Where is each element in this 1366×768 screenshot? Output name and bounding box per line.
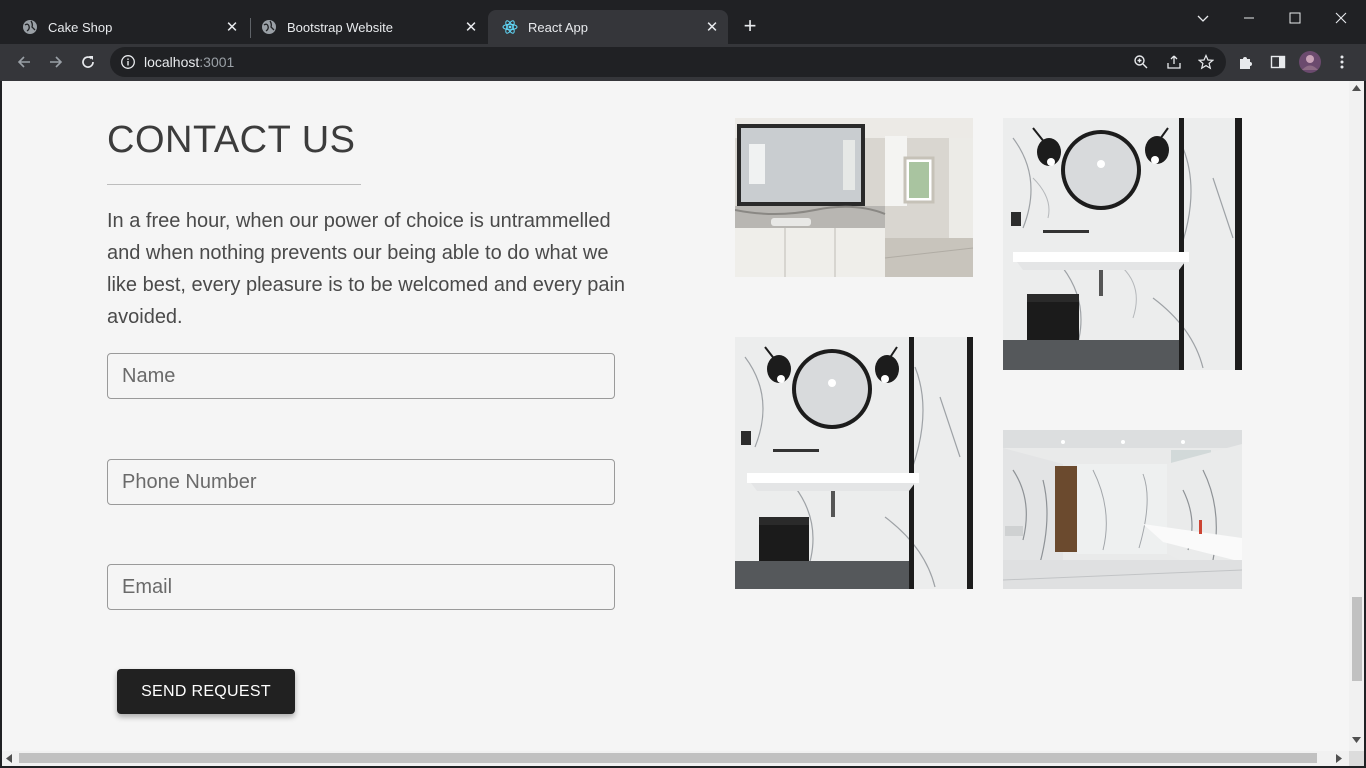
- scroll-down-arrow-icon[interactable]: [1352, 737, 1361, 743]
- tab-search-chevron-icon[interactable]: [1180, 4, 1226, 32]
- bathroom-vanity-photo: [735, 118, 973, 277]
- close-icon[interactable]: ✕: [461, 17, 481, 37]
- react-icon: [502, 19, 518, 35]
- new-tab-icon[interactable]: +: [738, 15, 762, 39]
- zoom-icon[interactable]: [1132, 53, 1150, 71]
- url-text: localhost:3001: [144, 54, 234, 70]
- menu-kebab-icon[interactable]: [1330, 50, 1354, 74]
- horizontal-scrollbar[interactable]: [2, 751, 1349, 766]
- info-icon[interactable]: [120, 54, 136, 70]
- name-field[interactable]: [107, 353, 615, 399]
- browser-tab-strip: Cake Shop ✕ Bootstrap Website ✕ React Ap…: [0, 0, 1366, 44]
- bookmark-star-icon[interactable]: [1197, 53, 1215, 71]
- back-arrow-icon[interactable]: [12, 50, 36, 74]
- reload-icon[interactable]: [76, 50, 100, 74]
- extensions-puzzle-icon[interactable]: [1234, 50, 1258, 74]
- round-mirror-marble-bathroom-photo: [735, 337, 973, 589]
- scroll-left-arrow-icon[interactable]: [6, 754, 12, 763]
- url-port: :3001: [199, 54, 235, 70]
- page-viewport: CONTACT US In a free hour, when our powe…: [2, 81, 1349, 751]
- minimize-icon[interactable]: [1226, 4, 1272, 32]
- scrollbar-corner: [1349, 751, 1364, 766]
- address-bar[interactable]: localhost:3001: [110, 47, 1226, 77]
- globe-icon: [22, 19, 38, 35]
- horizontal-scroll-thumb[interactable]: [19, 753, 1317, 763]
- phone-number-field[interactable]: [107, 459, 615, 505]
- close-icon[interactable]: ✕: [222, 17, 242, 37]
- vertical-scroll-thumb[interactable]: [1352, 597, 1362, 681]
- share-icon[interactable]: [1165, 53, 1183, 71]
- round-mirror-marble-bathroom-photo: [1003, 118, 1242, 370]
- maximize-icon[interactable]: [1272, 4, 1318, 32]
- profile-avatar[interactable]: [1298, 50, 1322, 74]
- scroll-right-arrow-icon[interactable]: [1336, 754, 1342, 763]
- page-title: CONTACT US: [107, 119, 356, 161]
- close-window-icon[interactable]: [1318, 4, 1364, 32]
- forward-arrow-icon[interactable]: [44, 50, 68, 74]
- marble-bathroom-interior-photo: [1003, 430, 1242, 589]
- intro-paragraph: In a free hour, when our power of choice…: [107, 210, 626, 328]
- title-divider: [107, 184, 361, 185]
- email-field[interactable]: [107, 564, 615, 610]
- tab-title: Bootstrap Website: [287, 19, 393, 35]
- tab-cake-shop[interactable]: Cake Shop ✕: [8, 10, 248, 44]
- browser-toolbar: localhost:3001: [0, 44, 1366, 81]
- url-host: localhost: [144, 54, 200, 70]
- tab-title: Cake Shop: [48, 19, 113, 35]
- vertical-scrollbar[interactable]: [1349, 81, 1364, 751]
- close-icon[interactable]: ✕: [702, 17, 722, 37]
- globe-icon: [261, 19, 277, 35]
- side-panel-icon[interactable]: [1266, 50, 1290, 74]
- tab-title: React App: [528, 19, 588, 35]
- send-request-button[interactable]: SEND REQUEST: [117, 669, 295, 714]
- scroll-up-arrow-icon[interactable]: [1352, 85, 1361, 91]
- tab-react-app[interactable]: React App ✕: [488, 10, 728, 44]
- tab-bootstrap-website[interactable]: Bootstrap Website ✕: [247, 10, 487, 44]
